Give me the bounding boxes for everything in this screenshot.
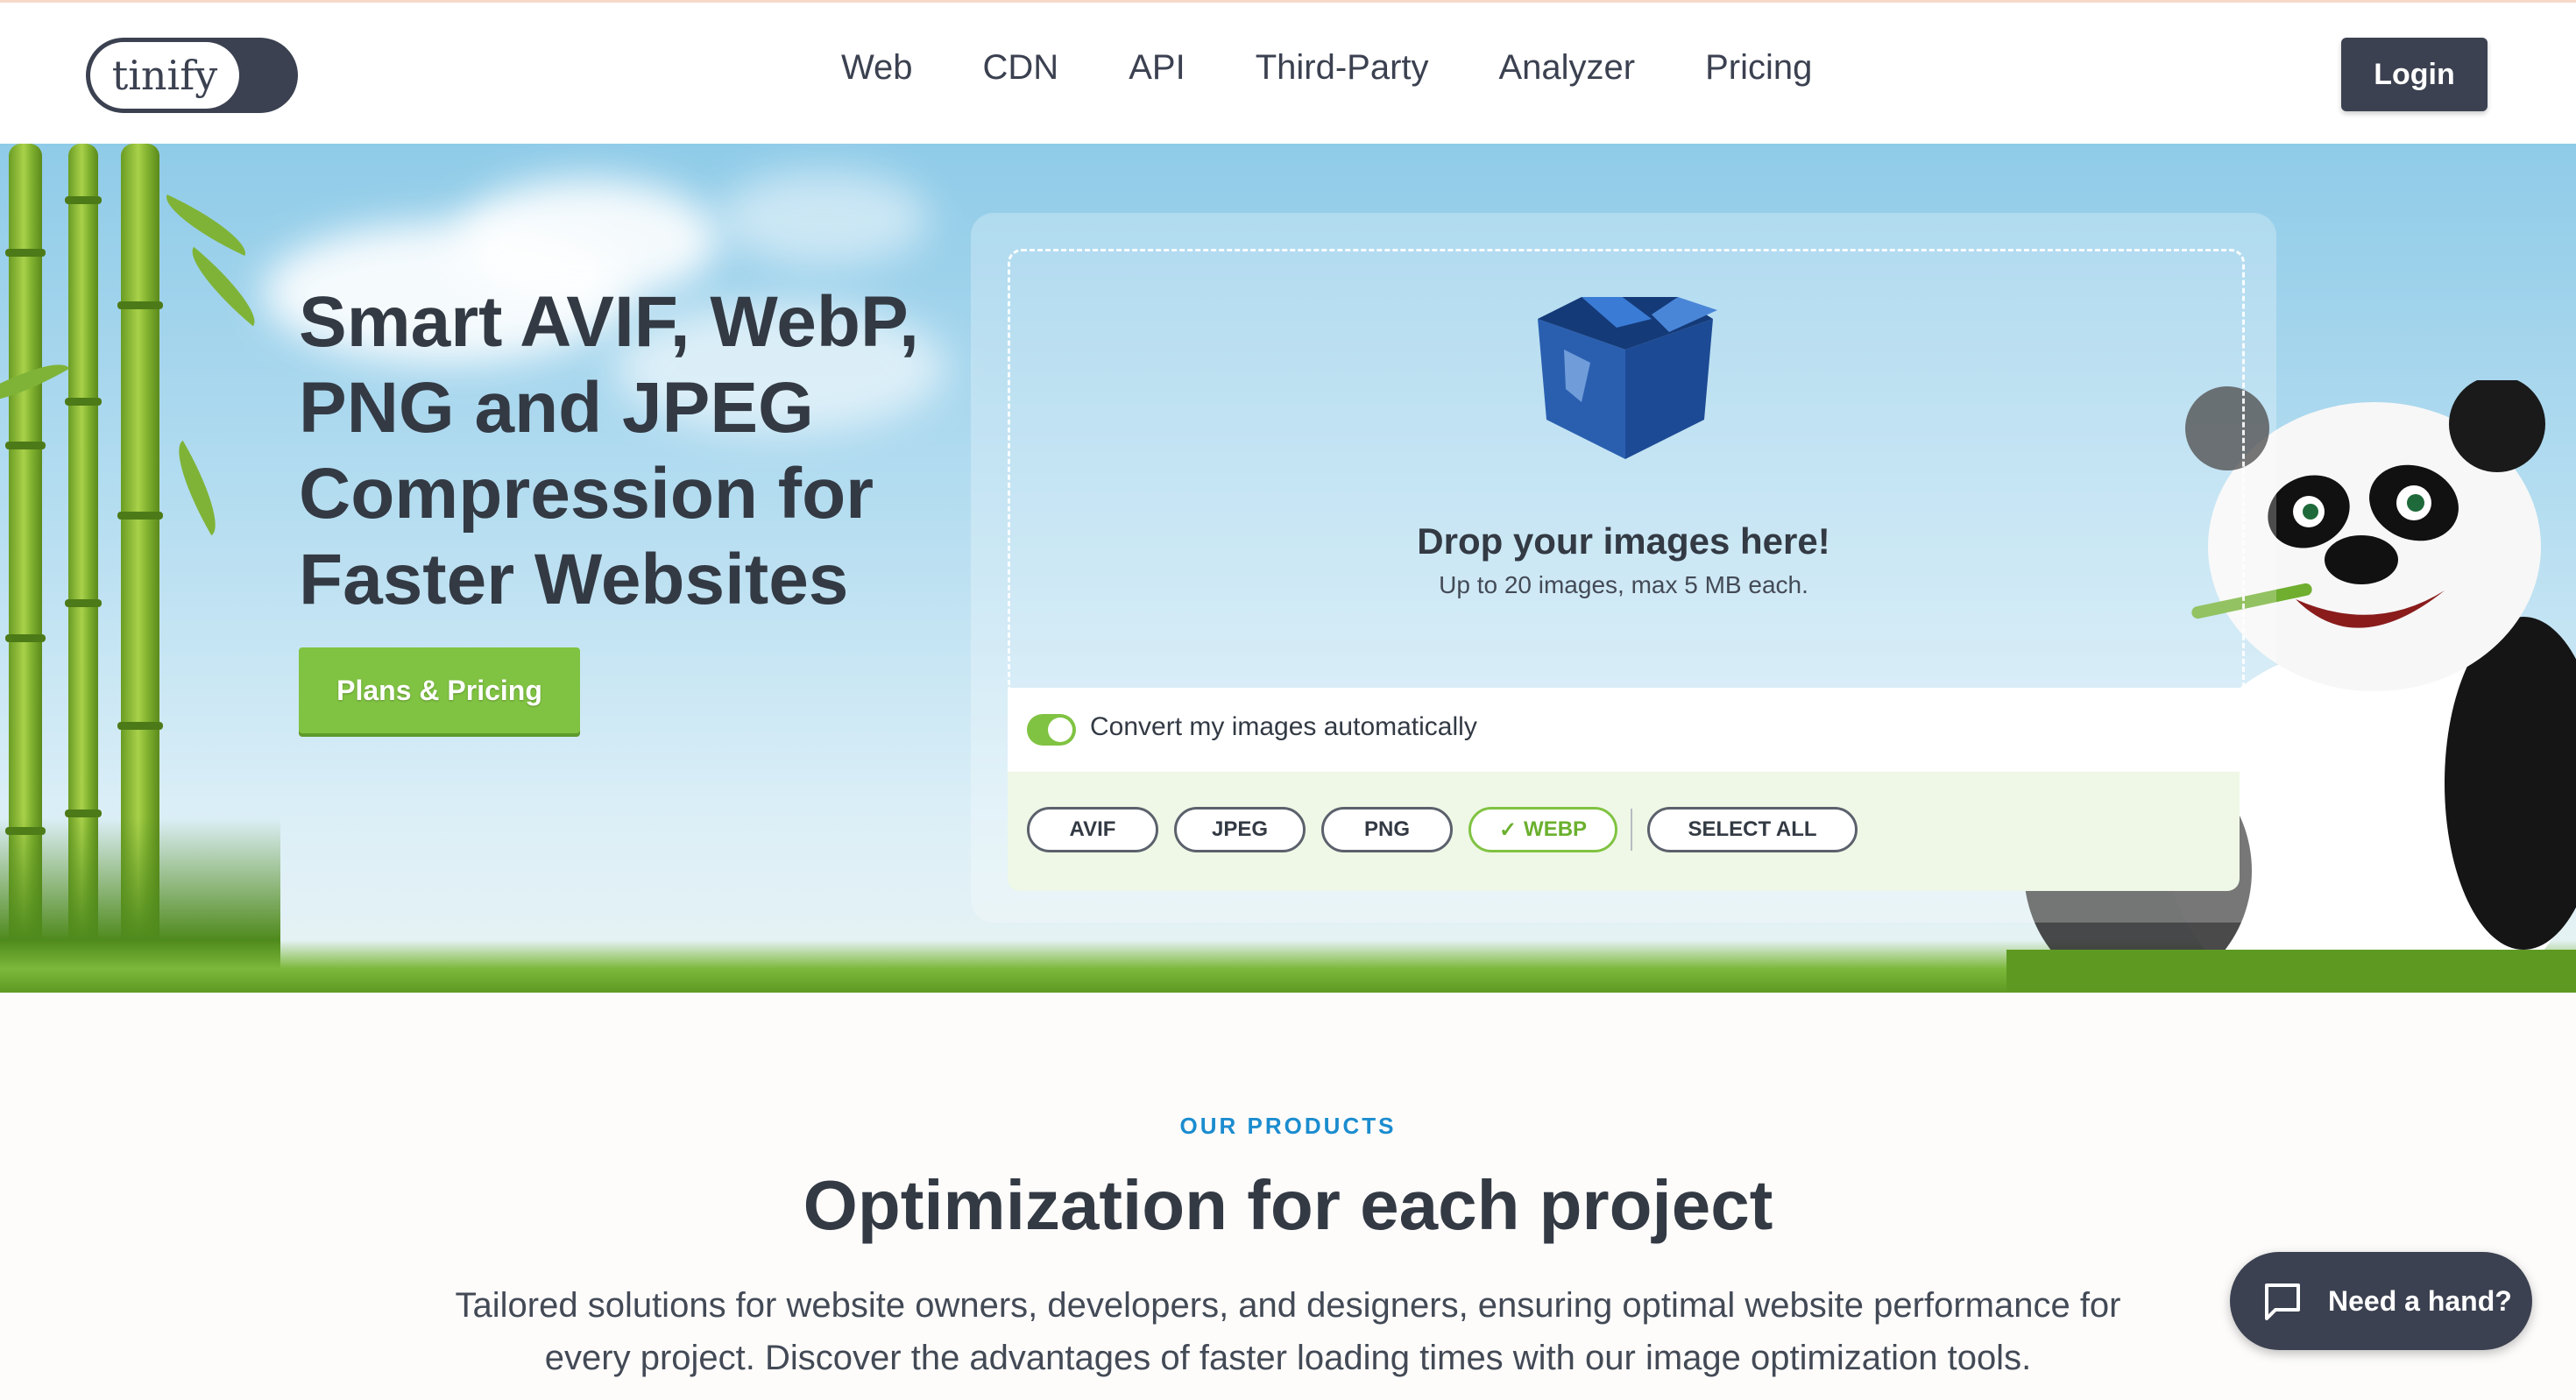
box-icon: [1538, 297, 1717, 459]
help-label: Need a hand?: [2328, 1284, 2512, 1317]
section-eyebrow: OUR PRODUCTS: [1179, 1113, 1397, 1139]
section-title: Optimization for each project: [803, 1166, 1773, 1244]
dropzone-subtitle: Up to 20 images, max 5 MB each.: [1439, 571, 1808, 598]
convert-option-row: Convert my images automatically: [1008, 688, 2240, 772]
chip-label: PNG: [1363, 817, 1410, 841]
logo[interactable]: tinify: [86, 38, 298, 113]
chip-label: AVIF: [1069, 817, 1116, 841]
chip-label: WEBP: [1524, 817, 1588, 841]
logo-text: tinify: [90, 42, 239, 109]
chip-label: SELECT ALL: [1688, 817, 1817, 841]
chip-label: JPEG: [1211, 817, 1269, 841]
format-chip-jpeg[interactable]: JPEG: [1174, 807, 1306, 852]
nav-third-party[interactable]: Third-Party: [1256, 48, 1429, 88]
format-chip-avif[interactable]: AVIF: [1027, 807, 1158, 852]
nav-analyzer[interactable]: Analyzer: [1499, 48, 1636, 88]
cloud-decoration: [718, 170, 929, 266]
check-icon: ✓: [1498, 817, 1518, 842]
section-description: Tailored solutions for website owners, d…: [455, 1286, 2121, 1377]
plans-pricing-button[interactable]: Plans & Pricing: [299, 647, 580, 733]
hero-section: Smart AVIF, WebP, PNG and JPEG Compressi…: [0, 144, 2576, 993]
bamboo-leaf: [179, 246, 268, 327]
site-header: tinify Web CDN API Third-Party Analyzer …: [0, 3, 2576, 144]
convert-toggle[interactable]: [1027, 714, 1076, 746]
nav-pricing[interactable]: Pricing: [1705, 48, 1812, 88]
format-chip-png[interactable]: PNG: [1321, 807, 1453, 852]
toggle-knob: [1048, 718, 1072, 742]
bamboo-leaf: [163, 440, 231, 536]
chip-separator: [1631, 809, 1632, 851]
convert-label: Convert my images automatically: [1090, 712, 1477, 741]
login-button[interactable]: Login: [2341, 38, 2488, 111]
format-selector: AVIF JPEG PNG ✓ WEBP SELECT ALL: [1008, 772, 2240, 891]
main-nav: Web CDN API Third-Party Analyzer Pricing: [841, 48, 1812, 88]
select-all-button[interactable]: SELECT ALL: [1647, 807, 1858, 852]
nav-api[interactable]: API: [1129, 48, 1185, 88]
nav-cdn[interactable]: CDN: [983, 48, 1059, 88]
format-chip-webp[interactable]: ✓ WEBP: [1468, 807, 1617, 852]
hero-title: Smart AVIF, WebP, PNG and JPEG Compressi…: [299, 282, 919, 619]
help-chat-button[interactable]: Need a hand?: [2230, 1252, 2532, 1350]
bamboo-leaf: [157, 194, 255, 257]
nav-web[interactable]: Web: [841, 48, 913, 88]
dropzone-title: Drop your images here!: [1417, 520, 1830, 562]
chat-icon: [2265, 1283, 2300, 1320]
